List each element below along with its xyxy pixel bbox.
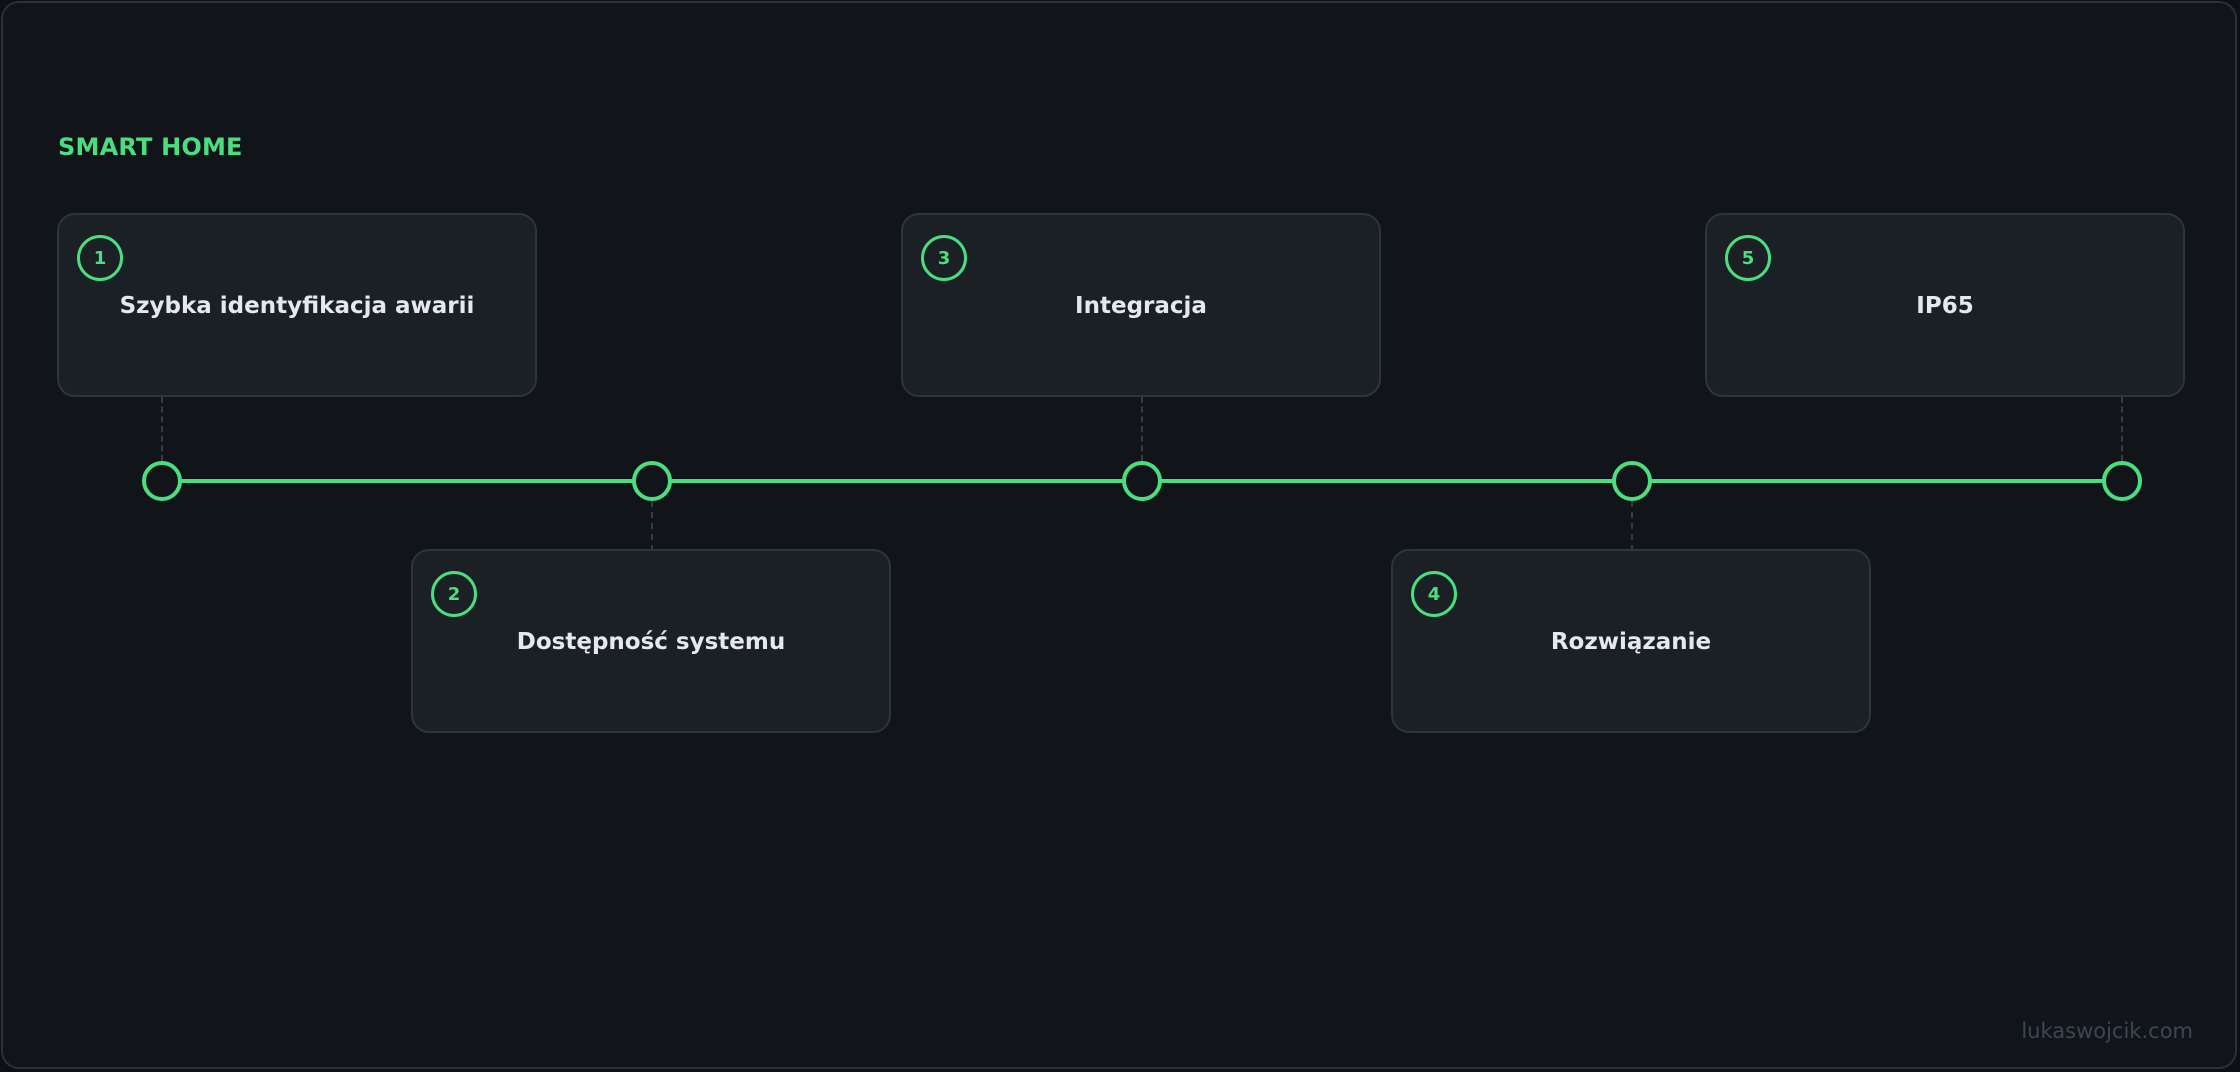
step-label: Szybka identyfikacja awarii	[119, 293, 475, 319]
step-card-4: 4 Rozwiązanie	[1391, 549, 1871, 733]
step-number-badge: 5	[1725, 235, 1771, 281]
timeline-node-4	[1612, 461, 1652, 501]
connector-2	[651, 501, 653, 551]
connector-3	[1141, 397, 1143, 461]
connector-1	[161, 397, 163, 461]
timeline-node-5	[2102, 461, 2142, 501]
step-number-badge: 4	[1411, 571, 1457, 617]
step-label: Rozwiązanie	[1550, 629, 1712, 655]
step-card-5: 5 IP65	[1705, 213, 2185, 397]
step-label: Integracja	[1075, 293, 1207, 319]
watermark: lukaswojcik.com	[2021, 1019, 2193, 1043]
step-number-badge: 1	[77, 235, 123, 281]
step-card-3: 3 Integracja	[901, 213, 1381, 397]
timeline-node-1	[142, 461, 182, 501]
connector-5	[2121, 397, 2123, 461]
timeline-panel: SMART HOME 1 Szybka identyfikacja awarii…	[1, 1, 2237, 1069]
step-number-badge: 2	[431, 571, 477, 617]
step-card-2: 2 Dostępność systemu	[411, 549, 891, 733]
timeline-node-3	[1122, 461, 1162, 501]
step-label: Dostępność systemu	[516, 629, 786, 655]
step-card-1: 1 Szybka identyfikacja awarii	[57, 213, 537, 397]
step-label: IP65	[1916, 293, 1974, 319]
connector-4	[1631, 501, 1633, 551]
timeline-node-2	[632, 461, 672, 501]
step-number-badge: 3	[921, 235, 967, 281]
timeline: 1 Szybka identyfikacja awarii 2 Dostępno…	[3, 3, 2235, 1067]
